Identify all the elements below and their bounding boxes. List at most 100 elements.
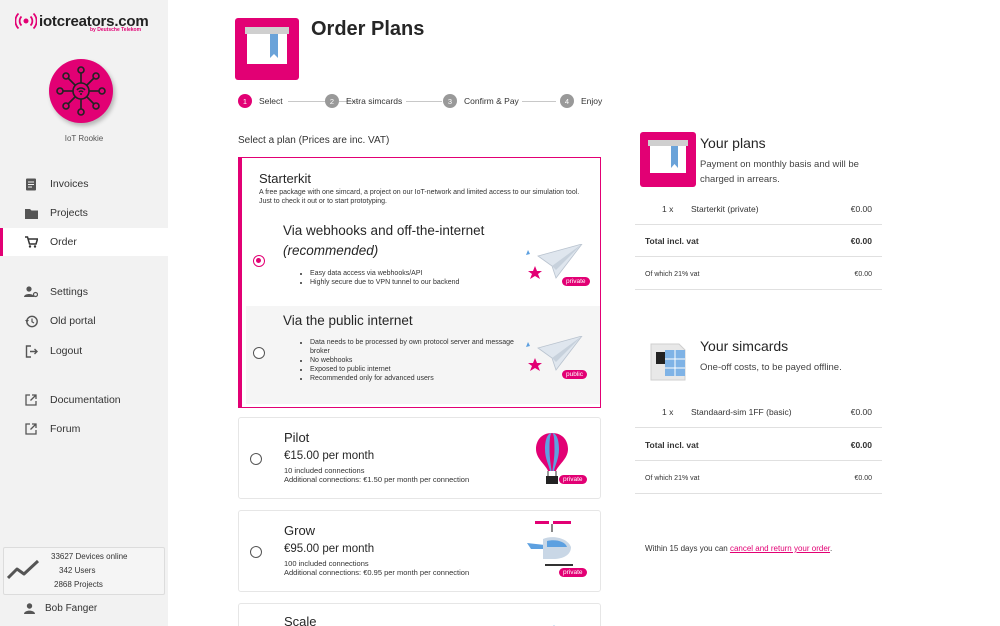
return-policy-note: Within 15 days you can cancel and return… <box>645 544 832 553</box>
plan-starterkit: Starterkit A free package with one simca… <box>238 157 601 408</box>
public-tag: public <box>562 370 587 379</box>
logout-icon <box>24 344 38 358</box>
nav-forum[interactable]: Forum <box>0 415 168 443</box>
line-amount: €0.00 <box>850 204 872 214</box>
option-features: Easy data access via webhooks/API Highly… <box>301 269 459 287</box>
external-link-icon <box>24 393 38 407</box>
plan-pilot[interactable]: Pilot €15.00 per month 10 included conne… <box>238 417 601 499</box>
total-amount: €0.00 <box>850 440 872 450</box>
plan-total-row: Total incl. vat €0.00 <box>635 225 882 257</box>
cart-icon <box>24 235 38 249</box>
plan-description: A free package with one simcard, a proje… <box>259 189 580 205</box>
plan-scale[interactable]: Scale <box>238 603 601 626</box>
line-name: Starterkit (private) <box>691 204 759 214</box>
wireless-logo-icon <box>14 10 38 32</box>
plan-title: Pilot <box>284 430 310 445</box>
step-connector <box>522 101 556 102</box>
person-icon <box>24 603 35 614</box>
select-plan-label: Select a plan (Prices are inc. VAT) <box>238 135 390 146</box>
simcard-line-item: 1 x Standaard-sim 1FF (basic) €0.00 <box>635 396 882 428</box>
step-extra-simcards[interactable]: 2 Extra simcards <box>325 94 402 108</box>
option-title: Via the public internet <box>283 313 413 328</box>
nav-label: Old portal <box>50 315 96 327</box>
vat-label: Of which 21% vat <box>645 271 700 278</box>
step-connector <box>406 101 442 102</box>
line-qty: 1 x <box>662 407 674 417</box>
radio-pilot[interactable] <box>250 453 262 465</box>
nav-documentation[interactable]: Documentation <box>0 386 168 414</box>
private-tag: private <box>559 475 587 484</box>
your-plans-icon <box>640 132 696 187</box>
additional-connections: Additional connections: €0.95 per month … <box>284 568 470 577</box>
note-prefix: Within 15 days you can <box>645 544 730 553</box>
total-label: Total incl. vat <box>645 440 699 450</box>
sidebar: iotcreators.com by Deutsche Telekom IoT … <box>0 0 168 626</box>
plan-grow[interactable]: Grow €95.00 per month 100 included conne… <box>238 510 601 592</box>
rocket-icon <box>550 620 558 626</box>
vat-amount: €0.00 <box>854 271 872 278</box>
user-settings-icon <box>24 285 38 299</box>
option-webhooks[interactable]: Via webhooks and off-the-internet (recom… <box>246 212 600 304</box>
nav-invoices[interactable]: Invoices <box>0 170 168 198</box>
radio-public-internet[interactable] <box>253 347 265 359</box>
projects-count: 2868 Projects <box>54 580 103 589</box>
nav-label: Settings <box>50 286 88 298</box>
plan-line-item: 1 x Starterkit (private) €0.00 <box>635 193 882 225</box>
radio-webhooks[interactable] <box>253 255 265 267</box>
invoice-icon <box>24 177 38 191</box>
feature-item: Exposed to public internet <box>310 365 531 374</box>
private-tag: private <box>559 568 587 577</box>
total-amount: €0.00 <box>850 236 872 246</box>
folder-icon <box>24 206 38 220</box>
nav-order[interactable]: Order <box>0 228 168 256</box>
step-enjoy[interactable]: 4 Enjoy <box>560 94 602 108</box>
feature-item: Highly secure due to VPN tunnel to our b… <box>310 278 459 287</box>
feature-item: No webhooks <box>310 356 531 365</box>
private-tag: private <box>562 277 590 286</box>
nav-old-portal[interactable]: Old portal <box>0 307 168 335</box>
option-subtitle: (recommended) <box>283 243 379 258</box>
cancel-return-link[interactable]: cancel and return your order <box>730 544 830 553</box>
iot-network-icon <box>56 66 106 116</box>
user-name: Bob Fanger <box>45 603 98 614</box>
step-select[interactable]: 1 Select <box>238 94 283 108</box>
simcard-icon <box>645 340 689 389</box>
network-stats: 33627 Devices online 342 Users 2868 Proj… <box>3 547 165 595</box>
external-link-icon <box>24 422 38 436</box>
page-title: Order Plans <box>311 18 425 40</box>
nav-label: Order <box>50 236 77 248</box>
simcard-vat-row: Of which 21% vat €0.00 <box>635 462 882 494</box>
your-plans-description: Payment on monthly basis and will be cha… <box>700 159 859 185</box>
nav-label: Logout <box>50 345 83 357</box>
option-public-internet[interactable]: Via the public internet Data needs to be… <box>246 306 600 404</box>
step-number: 3 <box>443 94 457 108</box>
note-suffix: . <box>830 544 833 553</box>
nav-logout[interactable]: Logout <box>0 337 168 365</box>
vat-label: Of which 21% vat <box>645 475 700 482</box>
line-qty: 1 x <box>662 204 674 214</box>
nav-label: Forum <box>50 423 81 435</box>
option-features: Data needs to be processed by own protoc… <box>301 338 531 383</box>
step-number: 4 <box>560 94 574 108</box>
order-plans-icon <box>235 18 299 80</box>
plan-title: Scale <box>284 614 317 626</box>
plan-vat-row: Of which 21% vat €0.00 <box>635 258 882 290</box>
plan-title: Starterkit <box>259 171 312 186</box>
avatar[interactable] <box>49 59 113 123</box>
nav-label: Documentation <box>50 394 121 406</box>
step-label: Confirm & Pay <box>464 96 519 106</box>
history-icon <box>24 314 38 328</box>
additional-connections: Additional connections: €1.50 per month … <box>284 475 470 484</box>
nav-label: Invoices <box>50 178 89 190</box>
current-user[interactable]: Bob Fanger <box>24 603 97 614</box>
devices-online: 33627 Devices online <box>51 552 128 561</box>
step-label: Select <box>259 96 283 106</box>
step-confirm-pay[interactable]: 3 Confirm & Pay <box>443 94 519 108</box>
nav-settings[interactable]: Settings <box>0 278 168 306</box>
feature-item: Data needs to be processed by own protoc… <box>310 338 531 356</box>
your-plans-title: Your plans <box>700 135 766 151</box>
simcard-total-row: Total incl. vat €0.00 <box>635 429 882 461</box>
your-simcards-description: One-off costs, to be payed offline. <box>700 362 842 373</box>
nav-projects[interactable]: Projects <box>0 199 168 227</box>
radio-grow[interactable] <box>250 546 262 558</box>
